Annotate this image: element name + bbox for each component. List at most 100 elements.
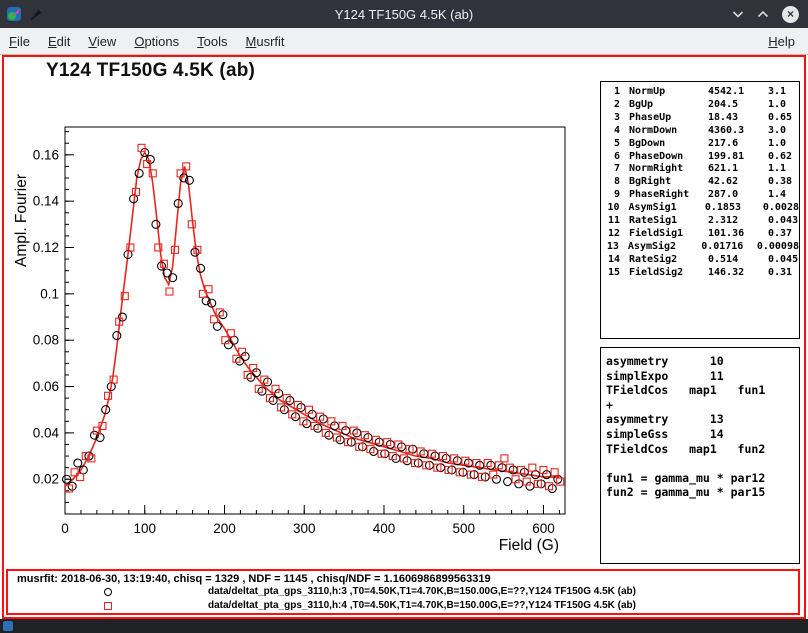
parameter-row: 13AsymSig20.017160.00098 — [605, 241, 799, 254]
param-value: 4360.3 — [708, 125, 768, 138]
param-index: 6 — [605, 151, 620, 164]
param-name: AsymSig2 — [628, 241, 701, 254]
series-2-points — [65, 144, 563, 492]
parameter-row: 9PhaseRight287.01.4 — [605, 189, 799, 202]
theory-line: asymmetry 10 — [606, 354, 799, 369]
param-error: 1.0 — [768, 138, 786, 151]
menu-file[interactable]: File — [0, 34, 39, 49]
param-index: 5 — [605, 138, 620, 151]
param-name: BgUp — [629, 99, 708, 112]
param-error: 0.00098 — [757, 241, 799, 254]
y-tick-label: 0.02 — [33, 472, 59, 487]
titlebar[interactable]: Y124 TF150G 4.5K (ab) × — [0, 0, 808, 28]
info-legend-pane[interactable]: musrfit: 2018-06-30, 13:19:40, chisq = 1… — [6, 569, 800, 615]
maximize-button[interactable] — [757, 8, 769, 20]
parameter-row: 1NormUp4542.13.1 — [605, 86, 799, 99]
parameter-row: 11RateSig12.3120.043 — [605, 215, 799, 228]
y-tick-label: 0.16 — [33, 147, 59, 162]
param-name: NormRight — [629, 163, 708, 176]
legend-label: data/deltat_pta_gps_3110,h:3 ,T0=4.50K,T… — [208, 586, 636, 597]
minimize-button[interactable] — [732, 8, 744, 20]
x-tick-label: 300 — [293, 521, 316, 536]
menubar: FileEditViewOptionsToolsMusrfit Help — [0, 28, 808, 55]
param-error: 1.1 — [768, 163, 786, 176]
close-button[interactable]: × — [782, 6, 799, 23]
param-error: 3.1 — [768, 86, 786, 99]
param-name: NormDown — [629, 125, 708, 138]
param-value: 199.81 — [708, 151, 768, 164]
param-index: 9 — [605, 189, 620, 202]
param-error: 0.045 — [768, 254, 798, 267]
param-name: PhaseRight — [629, 189, 708, 202]
y-tick-label: 0.12 — [33, 240, 59, 255]
param-error: 0.38 — [768, 176, 792, 189]
parameter-row: 3PhaseUp18.430.65 — [605, 112, 799, 125]
menu-view[interactable]: View — [79, 34, 125, 49]
param-value: 621.1 — [708, 163, 768, 176]
param-index: 12 — [605, 228, 620, 241]
x-axis-title: Field (G) — [499, 537, 559, 554]
menu-help[interactable]: Help — [759, 34, 804, 49]
parameter-row: 8BgRight42.620.38 — [605, 176, 799, 189]
menu-tools[interactable]: Tools — [188, 34, 236, 49]
param-value: 146.32 — [708, 267, 768, 280]
parameter-row: 14RateSig20.5140.045 — [605, 254, 799, 267]
param-error: 3.0 — [768, 125, 786, 138]
parameter-row: 4 NormDown4360.33.0 — [605, 125, 799, 138]
param-value: 18.43 — [708, 112, 768, 125]
param-name: NormUp — [629, 86, 708, 99]
param-index: 10 — [605, 202, 620, 215]
param-index: 7 — [605, 163, 620, 176]
theory-line: TFieldCos map1 fun1 — [606, 383, 799, 398]
circle-marker-icon — [104, 588, 112, 596]
param-value: 217.6 — [708, 138, 768, 151]
y-axis-title: Ampl. Fourier — [13, 174, 30, 267]
app-window: Y124 TF150G 4.5K (ab) × FileEditViewOpti… — [0, 0, 808, 633]
window-title: Y124 TF150G 4.5K (ab) — [0, 0, 808, 28]
param-index: 3 — [605, 112, 620, 125]
param-value: 42.62 — [708, 176, 768, 189]
legend-entry: data/deltat_pta_gps_3110,h:4 ,T0=4.50K,T… — [8, 600, 798, 614]
y-tick-label: 0.08 — [33, 333, 59, 348]
panel-app-icon[interactable] — [3, 621, 13, 631]
theory-line: asymmetry 13 — [606, 412, 799, 427]
parameter-pane[interactable]: 1NormUp4542.13.12BgUp204.51.03PhaseUp18.… — [600, 81, 800, 339]
x-tick-label: 100 — [133, 521, 156, 536]
menu-edit[interactable]: Edit — [39, 34, 79, 49]
theory-pane[interactable]: asymmetry 10simplExpo 11TFieldCos map1 f… — [600, 347, 800, 564]
menu-musrfit[interactable]: Musrfit — [237, 34, 294, 49]
param-error: 0.31 — [768, 267, 792, 280]
theory-line — [606, 456, 799, 471]
theory-line: TFieldCos map1 fun2 — [606, 442, 799, 457]
param-error: 1.0 — [768, 99, 786, 112]
y-tick-label: 0.04 — [33, 425, 60, 440]
param-name: PhaseDown — [629, 151, 708, 164]
param-index: 4 — [605, 125, 620, 138]
theory-line: simplExpo 11 — [606, 369, 799, 384]
param-error: 0.37 — [768, 228, 792, 241]
y-tick-label: 0.1 — [40, 286, 59, 301]
param-index: 14 — [605, 254, 620, 267]
theory-line: simpleGss 14 — [606, 427, 799, 442]
theory-line: fun1 = gamma_mu * par12 — [606, 471, 799, 486]
x-tick-label: 0 — [61, 521, 69, 536]
theory-line: fun2 = gamma_mu * par15 — [606, 485, 799, 500]
param-index: 15 — [605, 267, 620, 280]
param-index: 2 — [605, 99, 620, 112]
param-error: 0.0028 — [763, 202, 799, 215]
x-tick-label: 200 — [213, 521, 236, 536]
fit-curve — [65, 153, 559, 487]
plot-frame — [65, 127, 565, 514]
param-value: 2.312 — [708, 215, 768, 228]
y-tick-label: 0.06 — [33, 379, 59, 394]
param-name: RateSig1 — [629, 215, 708, 228]
param-value: 4542.1 — [708, 86, 768, 99]
param-value: 0.514 — [708, 254, 768, 267]
root-canvas[interactable]: Y124 TF150G 4.5K (ab) 010020030040050060… — [2, 55, 806, 619]
fourier-amplitude-plot[interactable]: 01002003004005006000.020.040.060.080.10.… — [4, 117, 594, 562]
param-value: 287.0 — [708, 189, 768, 202]
series-1-points — [63, 148, 562, 492]
square-marker-icon — [104, 602, 112, 610]
parameter-row: 6PhaseDown199.810.62 — [605, 151, 799, 164]
menu-options[interactable]: Options — [125, 34, 188, 49]
